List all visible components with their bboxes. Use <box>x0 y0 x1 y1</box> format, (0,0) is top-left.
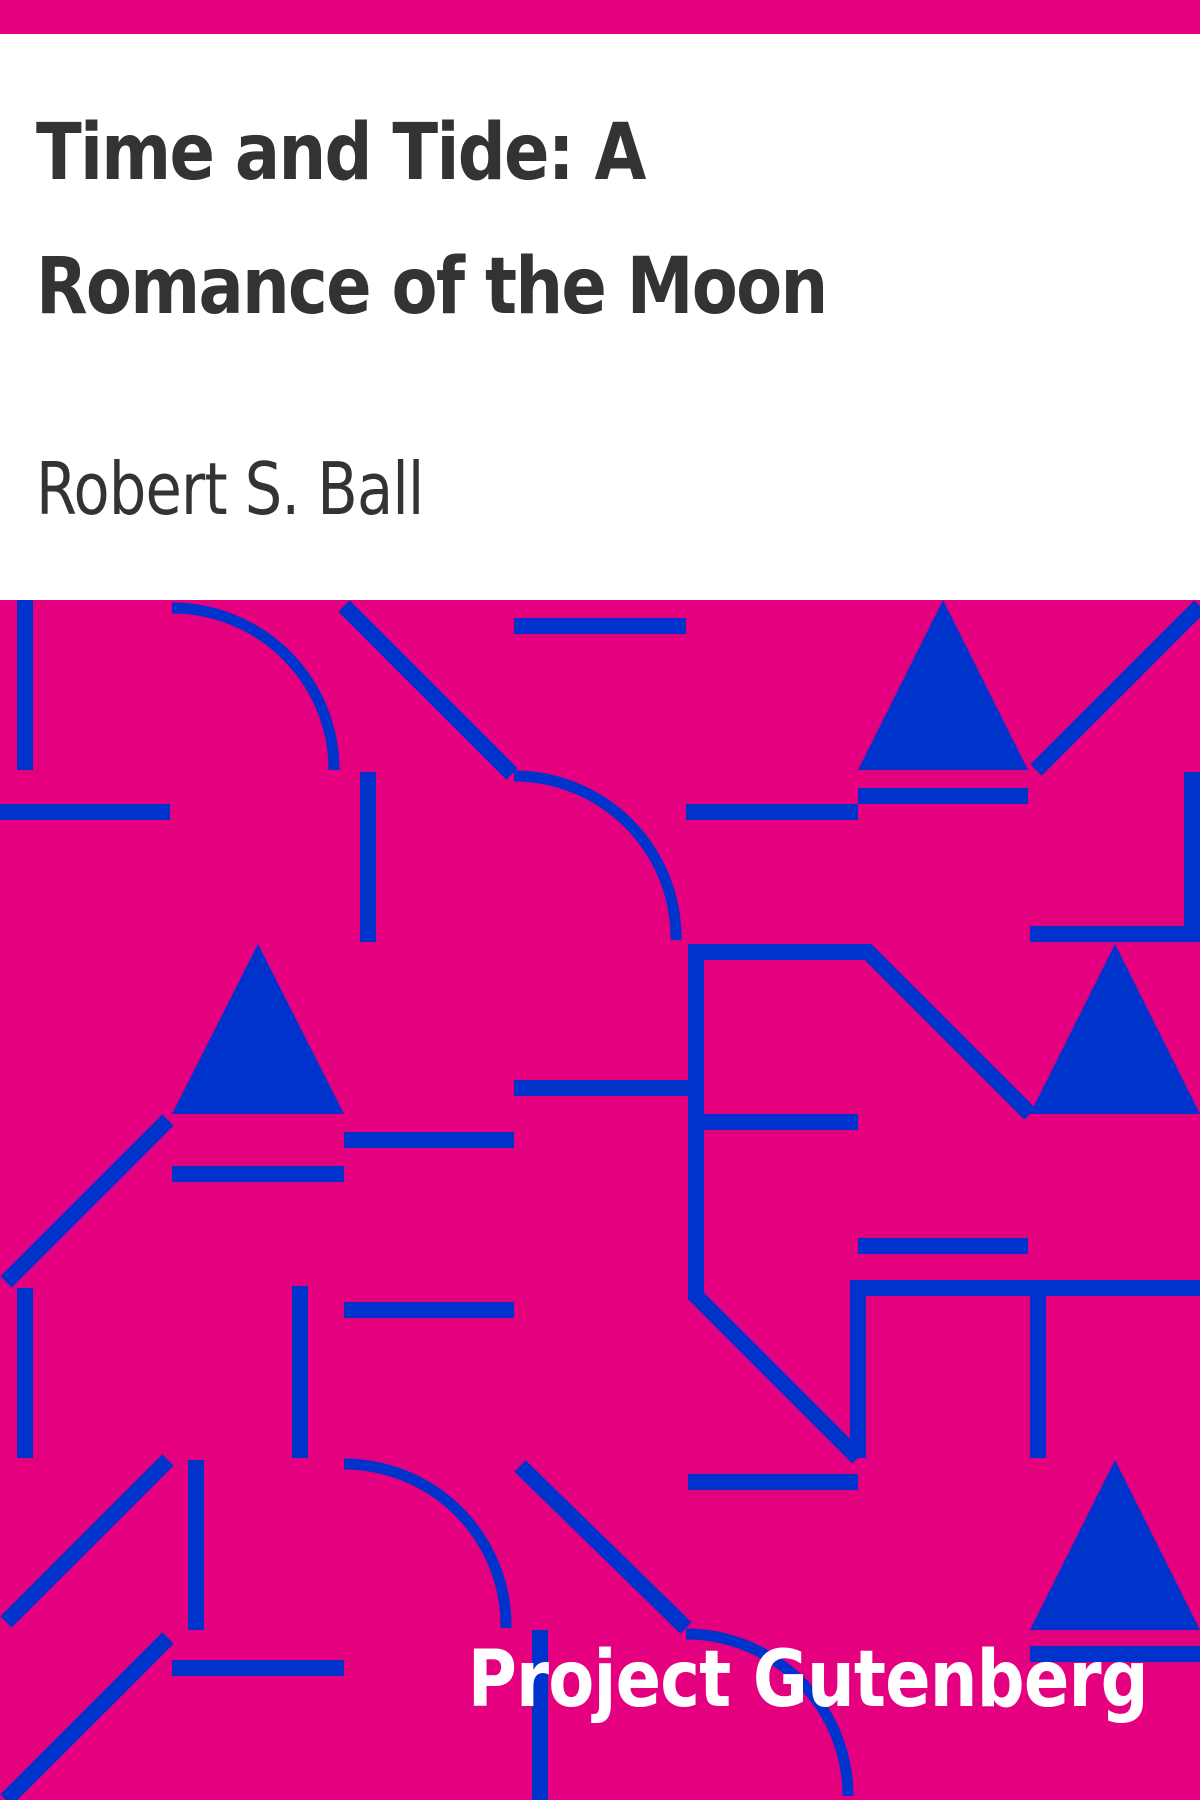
pattern-bar <box>292 1286 308 1458</box>
pattern-bar <box>188 1460 204 1630</box>
pattern-background <box>0 600 1200 1800</box>
pattern-bar <box>344 1132 514 1148</box>
pattern-bar <box>858 788 1028 804</box>
book-title: Time and Tide: A Romance of the Moon <box>36 108 828 332</box>
pattern-bar <box>686 804 858 820</box>
pattern-bar <box>688 1130 704 1300</box>
pattern-bar <box>514 1080 688 1096</box>
pattern-bar <box>514 618 686 634</box>
pattern-bar <box>1030 926 1200 942</box>
pattern-bar <box>360 772 376 942</box>
top-color-band <box>0 0 1200 34</box>
pattern-bar <box>688 944 704 1116</box>
book-cover: Time and Tide: A Romance of the Moon Rob… <box>0 0 1200 1800</box>
pattern-bar <box>1030 1294 1046 1458</box>
pattern-bar <box>17 600 33 770</box>
pattern-bar <box>17 1288 33 1458</box>
pattern-bar <box>688 1114 858 1130</box>
pattern-bar <box>172 1166 344 1182</box>
pattern-bar <box>688 1474 858 1490</box>
pattern-bar <box>344 1302 514 1318</box>
publisher-name: Project Gutenberg <box>467 1635 1149 1725</box>
pattern-bar <box>858 1238 1028 1254</box>
geometric-pattern <box>0 600 1200 1800</box>
title-area: Time and Tide: A Romance of the Moon Rob… <box>0 34 1200 600</box>
pattern-bar <box>1184 772 1200 942</box>
pattern-bar <box>0 804 170 820</box>
book-author: Robert S. Ball <box>36 447 424 531</box>
pattern-bar <box>172 1660 344 1676</box>
